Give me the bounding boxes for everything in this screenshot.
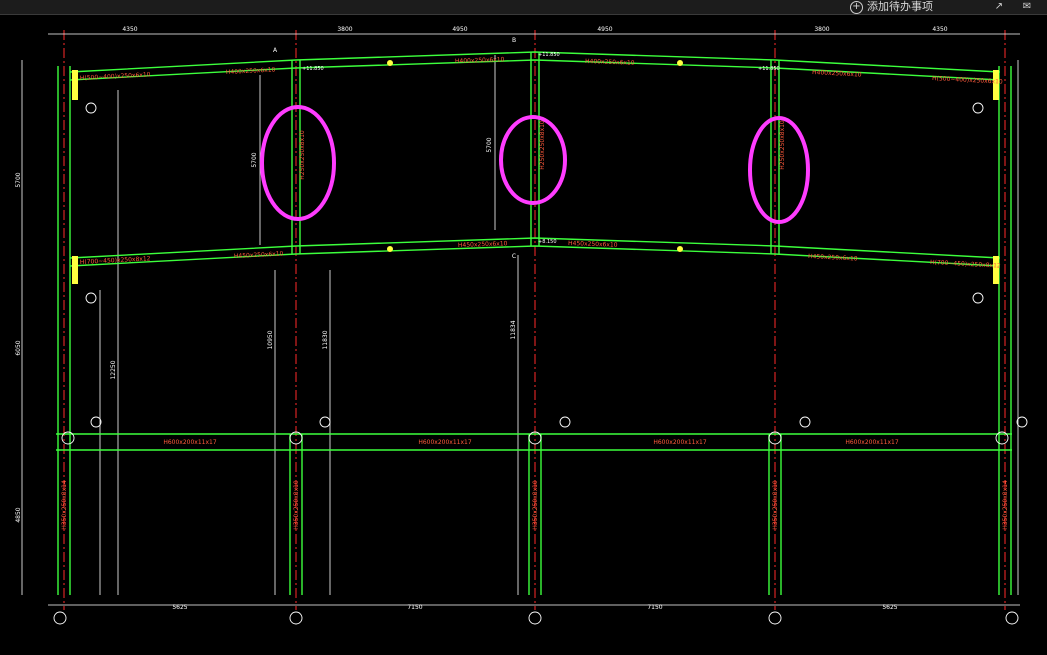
structural-frame-drawing: 4350 3800 4950 4950 3800 4350 5700 6050 … <box>15 26 1028 625</box>
left-dimension-texts: 5700 6050 4850 <box>15 172 22 522</box>
elevation-mark: +11.850 <box>302 66 324 72</box>
member-label: H450x250x6x10 <box>808 253 858 263</box>
column-height-text: 10950 <box>267 330 274 349</box>
section-letter: C <box>512 253 516 260</box>
elevation-mark: +8.150 <box>538 239 557 245</box>
left-mid-haunch-marker <box>72 256 78 284</box>
member-label: H250x250x8x10 <box>299 130 306 180</box>
section-symbol <box>972 292 984 304</box>
highlight-ellipse-center <box>499 115 567 205</box>
splice-marker <box>387 60 393 66</box>
member-label: H250x250x8x10 <box>779 120 786 170</box>
member-label: H400x250x6x10 <box>455 56 505 65</box>
member-label: H(500~400)x250x6x10 <box>80 71 151 82</box>
section-symbol <box>85 102 97 114</box>
axis-bubble-5 <box>1005 611 1019 625</box>
lower-column-labels: H350x250x8x14 H350x250x8x10 H350x250x8x1… <box>61 480 1009 530</box>
member-label: H400x250x6x10 <box>812 69 862 79</box>
member-label: H350x250x8x14 <box>1002 480 1009 530</box>
member-label: H600x200x11x17 <box>845 439 899 446</box>
left-dimension-text: 4850 <box>15 507 22 522</box>
top-dimension-text: 4350 <box>932 26 947 33</box>
member-label: H400x250x6x10 <box>226 66 276 76</box>
section-symbol <box>319 416 331 428</box>
section-symbol <box>90 416 102 428</box>
section-symbol <box>1016 416 1028 428</box>
bottom-dimension-text: 5625 <box>882 604 897 611</box>
member-label: H350x250x8x10 <box>772 480 779 530</box>
top-dimension-text: 4350 <box>122 26 137 33</box>
member-label: H(500~400)x250x6x10 <box>932 75 1003 86</box>
highlight-ellipse-left <box>260 105 336 221</box>
top-dimension-text: 3800 <box>814 26 829 33</box>
top-dimension-text: 3800 <box>337 26 352 33</box>
elevation-mark: +11.850 <box>758 66 780 72</box>
splice-marker <box>677 246 683 252</box>
section-symbol <box>85 292 97 304</box>
axis-bubble-1 <box>53 611 67 625</box>
left-top-haunch-marker <box>72 70 78 100</box>
column-height-text: 5700 <box>486 137 493 152</box>
member-label: H350x250x8x14 <box>61 480 68 530</box>
member-label: H600x200x11x17 <box>653 439 707 446</box>
member-label: H600x200x11x17 <box>418 439 472 446</box>
member-label: H400x250x6x10 <box>585 58 635 67</box>
column-height-texts: 5700 5700 10950 11830 11834 12250 <box>110 137 517 379</box>
axis-bubble-3 <box>528 611 542 625</box>
left-dimension-text: 6050 <box>15 340 22 355</box>
column-height-text: 12250 <box>110 360 117 379</box>
top-dimension-text: 4950 <box>597 26 612 33</box>
axis-bubble-2 <box>289 611 303 625</box>
right-mid-haunch-marker <box>993 256 999 284</box>
column-height-text: 11830 <box>322 330 329 349</box>
bottom-dimension-text: 5625 <box>172 604 187 611</box>
member-label: H(700~450)x250x8x12 <box>930 259 1001 270</box>
column-height-text: 5700 <box>251 152 258 167</box>
bottom-dimension-text: 7150 <box>647 604 662 611</box>
top-dimension-text: 4950 <box>452 26 467 33</box>
member-label: H350x250x8x10 <box>293 480 300 530</box>
member-label: H450x250x6x10 <box>234 250 284 260</box>
member-label: H350x250x8x10 <box>532 480 539 530</box>
column-height-text: 11834 <box>510 320 517 339</box>
section-letter: A <box>273 47 278 54</box>
bottom-dimension-text: 7150 <box>407 604 422 611</box>
splice-marker <box>387 246 393 252</box>
splice-marker <box>677 60 683 66</box>
section-symbol <box>972 102 984 114</box>
left-dimension-text: 5700 <box>15 172 22 187</box>
axis-bubble-4 <box>768 611 782 625</box>
section-letter: B <box>512 37 516 44</box>
member-label: H600x200x11x17 <box>163 439 217 446</box>
elevation-mark: +11.850 <box>538 52 560 58</box>
section-symbol <box>799 416 811 428</box>
section-symbol <box>559 416 571 428</box>
member-label: H250x250x8x10 <box>539 120 546 170</box>
upper-column-labels: H250x250x8x10 H250x250x8x10 H250x250x8x1… <box>299 120 786 180</box>
